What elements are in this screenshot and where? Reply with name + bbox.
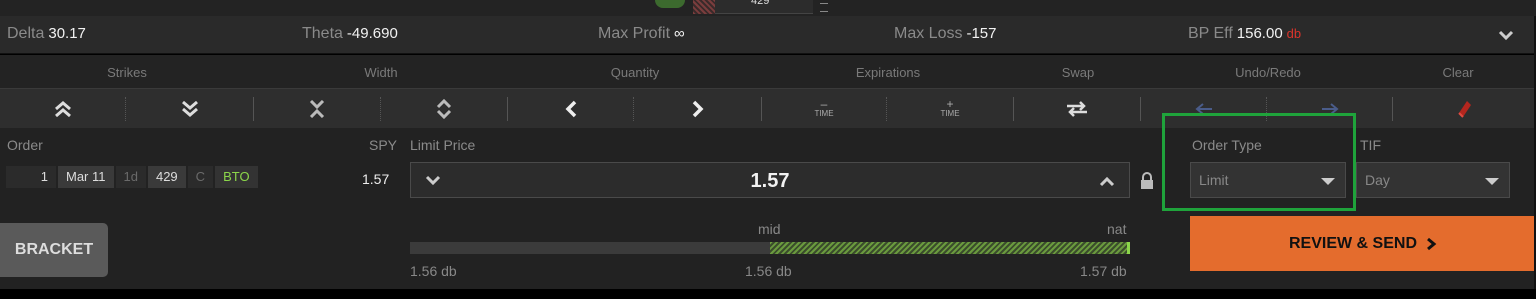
max-profit-label: Max Profit (598, 25, 671, 42)
bp-effect-suffix: db (1286, 26, 1302, 41)
time-decrease-button[interactable]: – TIME (762, 89, 886, 129)
slider-handle[interactable] (1127, 242, 1130, 254)
underlying-symbol: SPY (369, 137, 398, 153)
theta-stat: Theta -49.690 (302, 25, 398, 43)
price-up-icon[interactable] (1099, 175, 1115, 187)
leg-expiration[interactable]: Mar 11 (58, 166, 114, 188)
top-strip: 429 (0, 0, 1536, 16)
time-plus-label: TIME (940, 109, 960, 118)
leg-price: 1.57 (362, 171, 390, 187)
plus-icon: + (946, 97, 954, 111)
collapse-icon (309, 100, 324, 118)
position-marker (655, 0, 685, 8)
theta-label: Theta (302, 25, 343, 42)
max-loss-value: -157 (966, 25, 997, 42)
time-minus-label: TIME (814, 109, 834, 118)
delta-stat: Delta 30.17 (7, 25, 86, 43)
clear-label: Clear (1442, 65, 1474, 80)
quantity-increase-button[interactable] (634, 89, 761, 129)
delta-value: 30.17 (48, 25, 86, 42)
chevron-down-icon[interactable] (1498, 29, 1514, 41)
strikes-up-button[interactable] (0, 89, 125, 129)
slider-left-value: 1.56 db (410, 263, 457, 279)
max-loss-stat: Max Loss -157 (894, 25, 997, 43)
swap-icon (1067, 101, 1087, 117)
strikes-label: Strikes (107, 65, 147, 80)
max-profit-value: ∞ (674, 25, 685, 42)
leg-strike[interactable]: 429 (147, 166, 186, 188)
strike-tab-label: 429 (751, 0, 770, 7)
time-increase-button[interactable]: + TIME (887, 89, 1013, 129)
quantity-label: Quantity (610, 65, 660, 80)
double-chevron-up-icon (54, 101, 71, 117)
order-type-highlight (1162, 113, 1356, 211)
eraser-icon (1457, 101, 1471, 118)
max-profit-stat: Max Profit ∞ (598, 25, 685, 43)
bp-effect-stat: BP Eff 156.00 db (1188, 25, 1301, 43)
clear-button[interactable] (1393, 89, 1536, 129)
order-label: Order (7, 137, 43, 153)
price-slider[interactable] (410, 242, 1130, 254)
minus-icon: – (820, 97, 828, 111)
chevron-left-icon (565, 100, 576, 118)
swap-label: Swap (1061, 65, 1095, 80)
width-collapse-button[interactable] (254, 89, 379, 129)
undo-redo-label: Undo/Redo (1235, 65, 1301, 80)
quantity-decrease-button[interactable] (508, 89, 633, 129)
double-chevron-down-icon (181, 101, 198, 117)
bracket-button[interactable]: BRACKET (0, 223, 108, 277)
tif-select[interactable]: Day (1356, 162, 1510, 198)
limit-price-input[interactable]: 1.57 (410, 162, 1130, 198)
bp-effect-label: BP Eff (1188, 25, 1233, 42)
lock-icon[interactable] (1140, 172, 1154, 190)
slider-fill (770, 242, 1130, 254)
delta-label: Delta (7, 25, 45, 42)
slider-mid-value: 1.56 db (745, 263, 792, 279)
review-send-button[interactable]: REVIEW & SEND (1190, 216, 1536, 271)
leg-dte: 1d (115, 166, 146, 188)
width-expand-button[interactable] (381, 89, 507, 129)
expand-icon (436, 99, 452, 119)
chevron-right-icon (692, 100, 703, 118)
slider-nat-label: nat (1107, 221, 1127, 237)
bottom-bar (0, 289, 1536, 299)
max-loss-label: Max Loss (894, 25, 963, 42)
width-label: Width (364, 65, 398, 80)
limit-price-value: 1.57 (750, 170, 790, 192)
review-send-label: REVIEW & SEND (1288, 234, 1417, 252)
bracket-label: BRACKET (14, 241, 94, 258)
theta-value: -49.690 (346, 25, 398, 42)
chevron-right-icon (1427, 237, 1437, 250)
leg-action[interactable]: BTO (215, 166, 258, 188)
limit-price-label: Limit Price (410, 137, 476, 153)
expirations-label: Expirations (855, 65, 921, 80)
greeks-bar: Delta 30.17 Theta -49.690 Max Profit ∞ Max … (0, 16, 1536, 54)
leg-quantity[interactable]: 1 (6, 166, 56, 188)
strikes-down-button[interactable] (126, 89, 253, 129)
tif-label: TIF (1360, 137, 1381, 153)
bp-effect-value: 156.00 (1236, 25, 1283, 42)
order-leg[interactable]: 1 Mar 11 1d 429 C BTO (6, 166, 260, 188)
leg-type[interactable]: C (187, 166, 214, 188)
menu-icon[interactable] (820, 3, 828, 12)
tif-value: Day (1365, 172, 1390, 188)
slider-right-value: 1.57 db (1080, 263, 1127, 279)
caret-down-icon (1485, 178, 1499, 185)
slider-mid-label: mid (758, 221, 781, 237)
swap-button[interactable] (1014, 89, 1140, 129)
hatch-marker (693, 0, 715, 14)
